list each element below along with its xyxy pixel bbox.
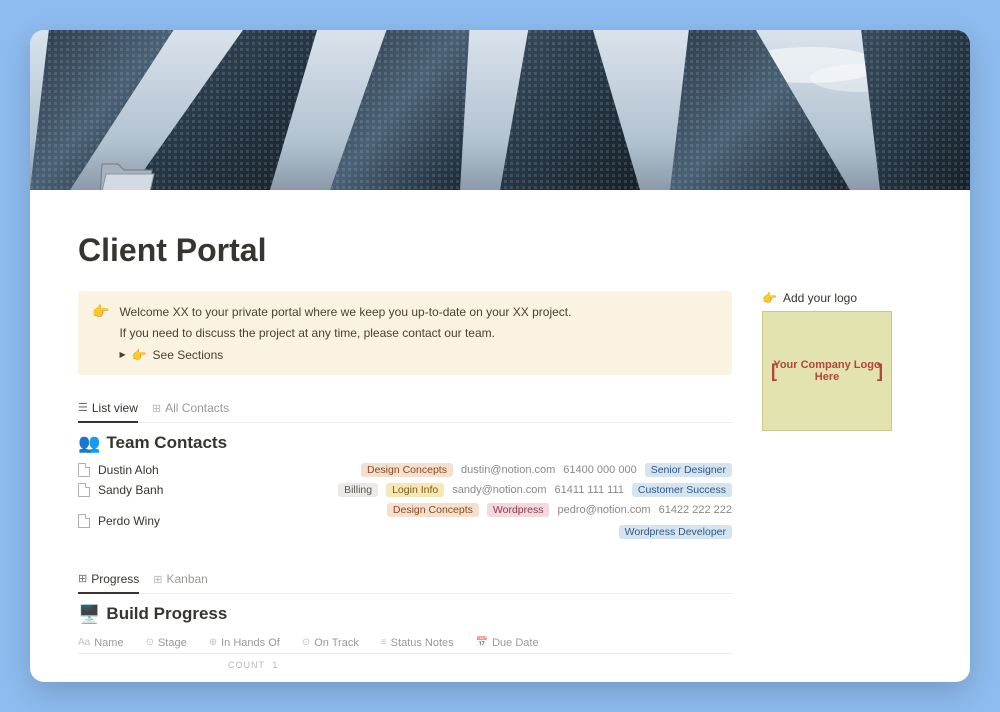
column-type-icon: ≡ [381, 637, 387, 648]
contact-meta: Design Concepts dustin@notion.com 61400 00… [266, 463, 732, 477]
column-label: Due Date [492, 637, 538, 649]
table-column-header[interactable]: Aa Name [78, 637, 124, 649]
board-icon: ⊞ [153, 573, 162, 586]
list-icon: ☰ [78, 401, 88, 414]
table-column-header[interactable]: ⊕ In Hands Of [209, 637, 280, 649]
people-icon: 👥 [78, 433, 100, 454]
contact-role: Senior Designer [645, 463, 732, 477]
column-type-icon: Aa [78, 637, 90, 648]
logo-label: Add your logo [783, 291, 857, 305]
tag: Billing [338, 483, 378, 497]
contact-name[interactable]: Sandy Banh [98, 483, 258, 497]
page-icon [78, 483, 90, 497]
contact-phone: 61411 111 111 [555, 484, 624, 496]
contact-meta: Billing Login Info sandy@notion.com 61411 1… [266, 483, 732, 497]
tab-label: Kanban [166, 572, 207, 586]
contact-role: Customer Success [632, 483, 732, 497]
column-type-icon: 📅 [476, 637, 488, 648]
tab-list-view[interactable]: ☰ List view [78, 397, 138, 423]
section-title-text: Build Progress [106, 604, 227, 624]
point-right-icon: 👉 [762, 291, 777, 305]
column-label: Stage [158, 637, 187, 649]
callout-line-2: If you need to discuss the project at an… [119, 324, 571, 343]
page-title: Client Portal [78, 232, 922, 269]
contacts-list: Dustin Aloh Design Concepts dustin@notion.… [78, 460, 732, 542]
callout-line-1: Welcome XX to your private portal where … [119, 303, 571, 322]
tag: Login Info [386, 483, 444, 497]
toggle-label: See Sections [153, 346, 224, 365]
app-window: Client Portal 👉 Welcome XX to your priva… [30, 30, 970, 682]
contact-row: Sandy Banh Billing Login Info sandy@notion.… [78, 480, 732, 500]
table-column-header[interactable]: ⊙ On Track [302, 637, 359, 649]
column-type-icon: ⊕ [209, 637, 217, 648]
contact-email: dustin@notion.com [461, 464, 555, 476]
column-type-icon: ⊙ [302, 637, 310, 648]
page-icon [78, 514, 90, 528]
point-right-icon: 👉 [132, 346, 147, 365]
tab-label: Progress [91, 572, 139, 586]
column-label: On Track [314, 637, 359, 649]
tag: Design Concepts [361, 463, 453, 477]
contact-phone: 61400 000 000 [563, 464, 636, 476]
logo-placeholder[interactable]: Your Company Logo Here [762, 311, 892, 431]
table-icon: ⊞ [152, 402, 161, 415]
contact-email: sandy@notion.com [452, 484, 546, 496]
column-label: In Hands Of [221, 637, 280, 649]
build-progress-title: 🖥️ Build Progress [78, 604, 732, 625]
cover-image [30, 30, 970, 190]
section-title-text: Team Contacts [106, 433, 227, 453]
point-right-icon: 👉 [92, 303, 109, 365]
logo-placeholder-text: Your Company Logo Here [769, 359, 885, 383]
tab-all-contacts[interactable]: ⊞ All Contacts [152, 397, 229, 422]
count-label: COUNT [228, 660, 265, 670]
tab-label: List view [92, 401, 138, 415]
contact-role: Wordpress Developer [619, 525, 732, 539]
tab-kanban[interactable]: ⊞ Kanban [153, 568, 208, 593]
column-label: Name [94, 637, 123, 649]
contacts-tabs: ☰ List view ⊞ All Contacts [78, 397, 732, 423]
contact-row: Dustin Aloh Design Concepts dustin@notion.… [78, 460, 732, 480]
contact-meta: Design Concepts Wordpress pedro@notion.com… [266, 503, 732, 539]
column-type-icon: ⊙ [146, 637, 154, 648]
count-value: 1 [272, 660, 278, 670]
welcome-callout: 👉 Welcome XX to your private portal wher… [78, 291, 732, 375]
table-column-header[interactable]: ⊙ Stage [146, 637, 187, 649]
page-icon[interactable] [98, 152, 156, 190]
count-row: COUNT 1 [78, 654, 732, 670]
tag: Wordpress [487, 503, 550, 517]
logo-block: 👉 Add your logo Your Company Logo Here [762, 291, 922, 431]
table-icon: ⊞ [78, 572, 87, 585]
table-column-header[interactable]: ≡ Status Notes [381, 637, 454, 649]
build-table-header: Aa Name ⊙ Stage ⊕ In Hands Of ⊙ On Track ≡ Status… [78, 631, 732, 654]
contact-name[interactable]: Dustin Aloh [98, 463, 258, 477]
contact-email: pedro@notion.com [557, 504, 650, 516]
page-content: Client Portal 👉 Welcome XX to your priva… [30, 190, 970, 682]
contact-name[interactable]: Perdo Winy [98, 514, 258, 528]
monitor-icon: 🖥️ [78, 604, 100, 625]
page-icon [78, 463, 90, 477]
tab-label: All Contacts [165, 401, 229, 415]
tab-progress[interactable]: ⊞ Progress [78, 568, 139, 594]
contact-phone: 61422 222 222 [659, 504, 732, 516]
toggle-triangle-icon: ▶ [119, 349, 125, 361]
table-column-header[interactable]: 📅 Due Date [476, 637, 539, 649]
progress-tabs: ⊞ Progress ⊞ Kanban [78, 568, 732, 594]
column-label: Status Notes [391, 637, 454, 649]
see-sections-toggle[interactable]: ▶ 👉 See Sections [119, 346, 571, 365]
tag: Design Concepts [387, 503, 479, 517]
contact-row: Perdo Winy Design Concepts Wordpress pedro@… [78, 500, 732, 542]
team-contacts-title: 👥 Team Contacts [78, 433, 732, 454]
